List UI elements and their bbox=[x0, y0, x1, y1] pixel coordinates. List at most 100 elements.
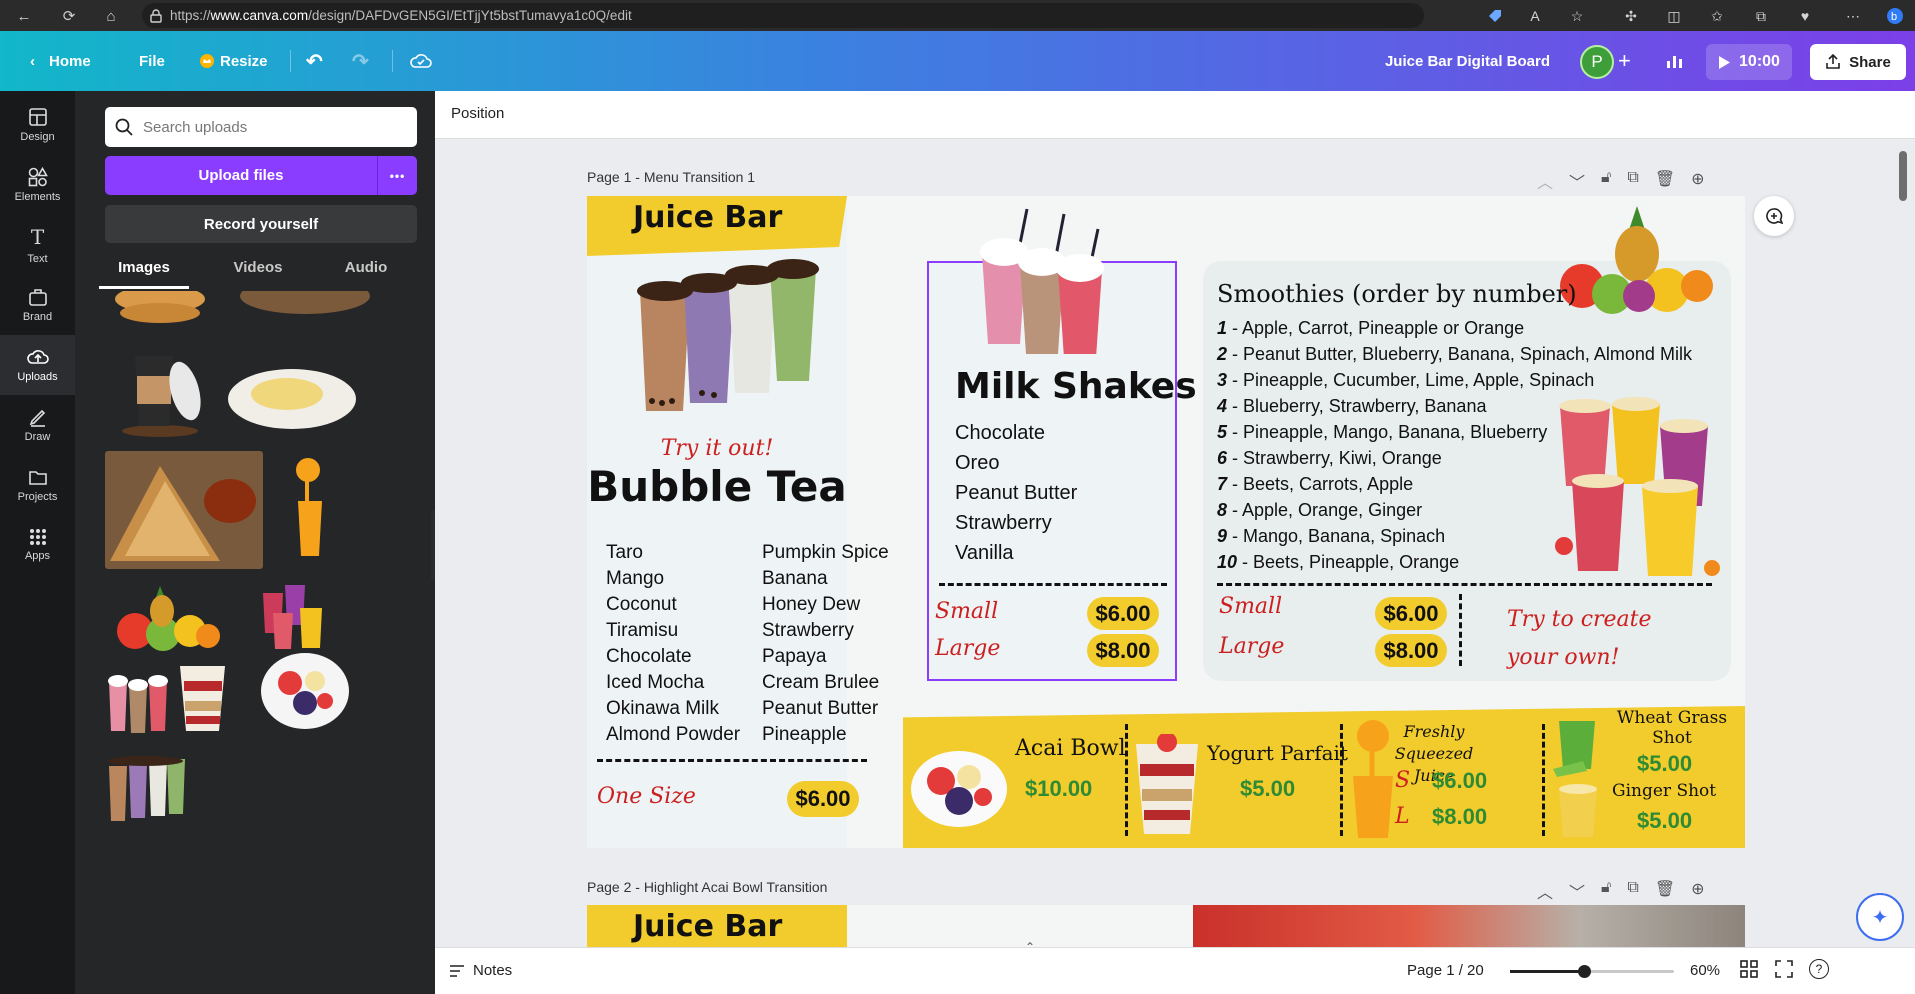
file-menu-button[interactable]: File bbox=[139, 45, 165, 77]
insights-icon[interactable] bbox=[1666, 45, 1684, 77]
duplicate-page-icon[interactable]: ⧉ bbox=[1627, 879, 1638, 903]
lock-page-icon[interactable]: 🔓︎ bbox=[1601, 169, 1611, 193]
favorite-icon[interactable]: ☆ bbox=[1566, 5, 1588, 27]
resize-button[interactable]: Resize bbox=[200, 45, 268, 77]
zoom-level[interactable]: 60% bbox=[1690, 962, 1720, 979]
tab-audio[interactable]: Audio bbox=[323, 259, 409, 289]
delete-page-icon[interactable]: 🗑︎ bbox=[1655, 879, 1675, 903]
chevron-down-icon[interactable]: ﹀ bbox=[1569, 169, 1585, 193]
smoothie-number: 6 bbox=[1217, 448, 1228, 468]
delete-page-icon[interactable]: 🗑︎ bbox=[1655, 169, 1675, 193]
avatar[interactable]: P bbox=[1580, 45, 1614, 79]
redo-icon[interactable]: ↷ bbox=[352, 45, 369, 77]
help-icon[interactable]: ? bbox=[1809, 959, 1829, 979]
rail-apps[interactable]: Apps bbox=[0, 515, 75, 575]
add-collaborator-icon[interactable]: + bbox=[1618, 45, 1631, 77]
canvas-scrollbar[interactable] bbox=[1899, 151, 1907, 201]
page-1-canvas[interactable]: Juice Bar Try it out! Bubble Tea Taro Ma… bbox=[587, 196, 1745, 848]
chevron-left-icon: ‹ bbox=[30, 52, 35, 70]
brand-icon bbox=[28, 287, 48, 307]
back-icon[interactable]: ← bbox=[12, 4, 36, 28]
thumb-plate-food[interactable] bbox=[235, 291, 375, 316]
page-2-title[interactable]: Page 2 - Highlight Acai Bowl Transition bbox=[587, 879, 827, 895]
smoothie-number: 8 bbox=[1217, 500, 1228, 520]
chevron-up-icon[interactable]: ︿ bbox=[1537, 169, 1553, 193]
chevron-up-icon[interactable]: ︿ bbox=[1537, 879, 1553, 903]
present-button[interactable]: 10:00 bbox=[1706, 44, 1792, 80]
thumb-parfait[interactable] bbox=[175, 656, 230, 736]
thumb-omelette[interactable] bbox=[225, 361, 360, 431]
zoom-slider-handle[interactable] bbox=[1577, 965, 1591, 978]
rail-elements[interactable]: Elements bbox=[0, 155, 75, 215]
rail-projects[interactable]: Projects bbox=[0, 455, 75, 515]
cloud-save-icon[interactable] bbox=[410, 45, 432, 77]
more-options-button[interactable]: ••• bbox=[377, 156, 417, 195]
thumb-bubble-teas[interactable] bbox=[105, 751, 187, 826]
play-icon bbox=[1718, 55, 1731, 70]
wheat-line-2: Shot bbox=[1652, 728, 1692, 748]
bubble-tea-tagline: Try it out! bbox=[660, 436, 774, 461]
magic-assistant-button[interactable]: ✦ bbox=[1856, 893, 1904, 941]
rail-draw[interactable]: Draw bbox=[0, 395, 75, 455]
chevron-up-icon[interactable]: ⌃ bbox=[1025, 940, 1035, 954]
zoom-slider[interactable] bbox=[1510, 965, 1674, 978]
thumb-french-toast[interactable] bbox=[105, 451, 263, 569]
thumb-smoothies[interactable] bbox=[255, 573, 330, 653]
home-icon[interactable]: ⌂ bbox=[99, 4, 123, 28]
position-button[interactable]: Position bbox=[451, 105, 504, 122]
add-page-icon[interactable]: ⊕ bbox=[1691, 169, 1704, 193]
tag-extension-icon[interactable] bbox=[1484, 5, 1506, 27]
split-screen-icon[interactable]: ◫ bbox=[1663, 5, 1685, 27]
copilot-icon[interactable]: b bbox=[1884, 5, 1906, 27]
reload-icon[interactable]: ⟳ bbox=[57, 4, 81, 28]
record-yourself-button[interactable]: Record yourself bbox=[105, 205, 417, 243]
tab-images[interactable]: Images bbox=[99, 259, 189, 289]
favorites-bar-icon[interactable]: ✩ bbox=[1706, 5, 1728, 27]
thumb-pancakes[interactable] bbox=[105, 291, 215, 326]
duplicate-page-icon[interactable]: ⧉ bbox=[1627, 169, 1638, 193]
tab-videos[interactable]: Videos bbox=[215, 259, 301, 289]
document-title[interactable]: Juice Bar Digital Board bbox=[1340, 53, 1550, 70]
menu-dots-icon[interactable]: ⋯ bbox=[1842, 5, 1864, 27]
rail-design[interactable]: Design bbox=[0, 95, 75, 155]
present-time: 10:00 bbox=[1739, 53, 1780, 70]
list-item: Strawberry bbox=[955, 512, 1052, 534]
grid-view-icon[interactable] bbox=[1740, 960, 1758, 978]
thumb-milkshakes[interactable] bbox=[105, 661, 170, 736]
home-button[interactable]: ‹ Home bbox=[30, 45, 91, 77]
rail-brand[interactable]: Brand bbox=[0, 275, 75, 335]
address-bar[interactable]: https://www.canva.com/design/DAFDvGEN5GI… bbox=[142, 3, 1424, 28]
performance-icon[interactable]: ♥ bbox=[1794, 5, 1816, 27]
thumb-coffee-cup[interactable] bbox=[115, 336, 205, 441]
rail-uploads[interactable]: Uploads bbox=[0, 335, 75, 395]
page-indicator[interactable]: Page 1 / 20 bbox=[1407, 962, 1484, 979]
juice-small-label: S bbox=[1395, 768, 1411, 793]
acai-bowl-image bbox=[911, 751, 1007, 827]
rail-text[interactable]: T Text bbox=[0, 215, 75, 275]
comment-button[interactable] bbox=[1754, 196, 1794, 236]
rail-label: Uploads bbox=[17, 371, 58, 383]
thumb-acai-bowl[interactable] bbox=[260, 651, 350, 731]
page-1-title[interactable]: Page 1 - Menu Transition 1 bbox=[587, 169, 755, 185]
ginger-shot-price: $5.00 bbox=[1637, 808, 1693, 833]
undo-icon[interactable]: ↶ bbox=[306, 45, 323, 77]
page-2-canvas[interactable]: Juice Bar bbox=[587, 905, 1745, 953]
wheat-grass-price: $5.00 bbox=[1637, 751, 1693, 776]
extensions-icon[interactable]: ✣ bbox=[1620, 5, 1642, 27]
read-aloud-icon[interactable]: A bbox=[1524, 5, 1546, 27]
notes-button[interactable]: Notes bbox=[449, 962, 512, 979]
chevron-down-icon[interactable]: ﹀ bbox=[1569, 879, 1585, 903]
add-page-icon[interactable]: ⊕ bbox=[1691, 879, 1704, 903]
list-item: Peanut Butter bbox=[762, 698, 879, 719]
fullscreen-icon[interactable] bbox=[1775, 960, 1793, 978]
list-item: Chocolate bbox=[955, 422, 1046, 444]
uploads-icon bbox=[26, 347, 49, 367]
lock-page-icon[interactable]: 🔓︎ bbox=[1601, 879, 1611, 903]
search-input[interactable]: Search uploads bbox=[105, 107, 417, 147]
collections-icon[interactable]: ⧉ bbox=[1750, 5, 1772, 27]
share-button[interactable]: Share bbox=[1810, 44, 1906, 80]
thumb-fruit-basket[interactable] bbox=[105, 576, 225, 656]
upload-files-button[interactable]: Upload files ••• bbox=[105, 156, 417, 195]
thumb-orange-juice[interactable] bbox=[290, 456, 330, 561]
try-line-2: your own! bbox=[1507, 645, 1620, 670]
